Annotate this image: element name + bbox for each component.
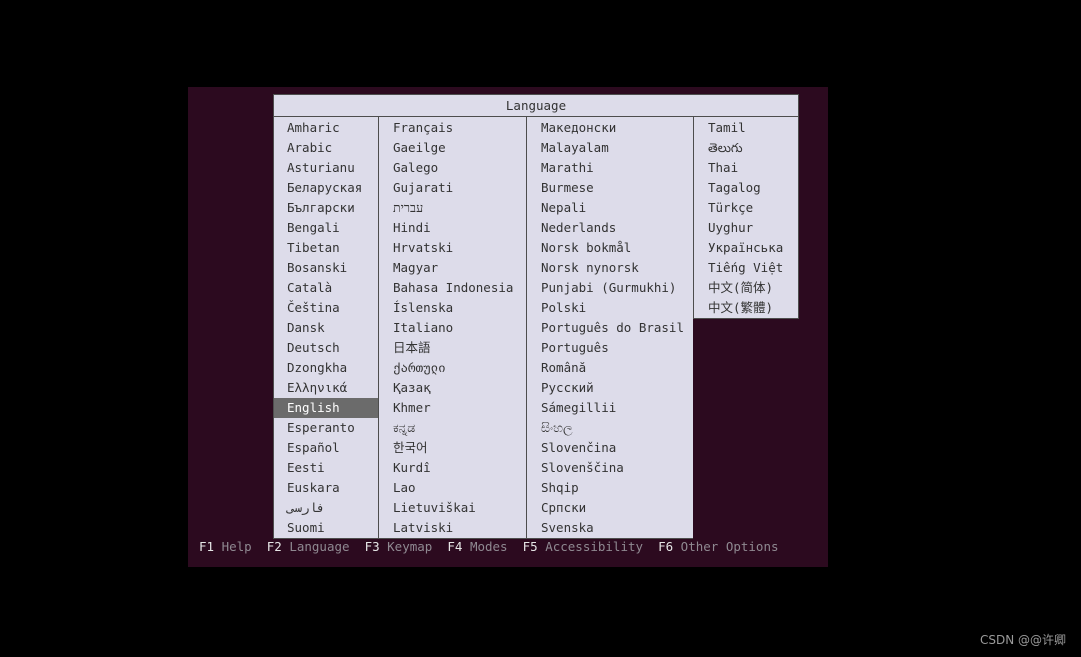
language-option[interactable]: Polski bbox=[527, 298, 693, 318]
language-option[interactable]: Ελληνικά bbox=[274, 378, 378, 398]
language-option[interactable]: Latviski bbox=[379, 518, 526, 538]
language-option[interactable]: Asturianu bbox=[274, 158, 378, 178]
accessibility-hotkey[interactable]: F5 Accessibility bbox=[523, 538, 643, 556]
language-option[interactable]: Беларуская bbox=[274, 178, 378, 198]
language-option[interactable]: Marathi bbox=[527, 158, 693, 178]
selected-language-option[interactable]: English bbox=[274, 398, 378, 418]
language-option[interactable]: Қазақ bbox=[379, 378, 526, 398]
language-option[interactable]: Türkçe bbox=[694, 198, 798, 218]
language-option[interactable]: Hrvatski bbox=[379, 238, 526, 258]
language-option[interactable]: Malayalam bbox=[527, 138, 693, 158]
language-option[interactable]: Arabic bbox=[274, 138, 378, 158]
language-option[interactable]: Română bbox=[527, 358, 693, 378]
language-option[interactable]: Македонски bbox=[527, 118, 693, 138]
language-option[interactable]: Gujarati bbox=[379, 178, 526, 198]
language-option[interactable]: Hindi bbox=[379, 218, 526, 238]
language-option[interactable]: Amharic bbox=[274, 118, 378, 138]
hotkey-key: F3 bbox=[364, 539, 380, 554]
language-dialog-title: Language bbox=[273, 94, 799, 117]
language-option[interactable]: ქართული bbox=[379, 358, 526, 378]
modes-hotkey[interactable]: F4 Modes bbox=[447, 538, 507, 556]
language-option[interactable]: Uyghur bbox=[694, 218, 798, 238]
language-option[interactable]: Français bbox=[379, 118, 526, 138]
language-option[interactable]: Dansk bbox=[274, 318, 378, 338]
hotkey-action: Keymap bbox=[387, 539, 433, 554]
help-hotkey[interactable]: F1 Help bbox=[199, 538, 252, 556]
language-option[interactable]: Punjabi (Gurmukhi) bbox=[527, 278, 693, 298]
language-option[interactable]: Norsk nynorsk bbox=[527, 258, 693, 278]
language-option[interactable]: Українська bbox=[694, 238, 798, 258]
language-option[interactable]: Magyar bbox=[379, 258, 526, 278]
language-option[interactable]: Dzongkha bbox=[274, 358, 378, 378]
language-option[interactable]: Tagalog bbox=[694, 178, 798, 198]
hotkey-key: F1 bbox=[199, 539, 215, 554]
language-option[interactable]: Lao bbox=[379, 478, 526, 498]
language-option[interactable]: Slovenščina bbox=[527, 458, 693, 478]
language-option[interactable]: 日本語 bbox=[379, 338, 526, 358]
other-options-hotkey[interactable]: F6 Other Options bbox=[658, 538, 778, 556]
language-option[interactable]: Kurdî bbox=[379, 458, 526, 478]
language-option[interactable]: Deutsch bbox=[274, 338, 378, 358]
language-option[interactable]: Gaeilge bbox=[379, 138, 526, 158]
language-option[interactable]: עברית bbox=[379, 198, 526, 218]
language-option[interactable]: ಕನ್ನಡ bbox=[379, 418, 526, 438]
language-option[interactable]: Nepali bbox=[527, 198, 693, 218]
language-option[interactable]: Русский bbox=[527, 378, 693, 398]
hotkey-key: F5 bbox=[522, 539, 538, 554]
language-option[interactable]: Lietuviškai bbox=[379, 498, 526, 518]
language-option[interactable]: Eesti bbox=[274, 458, 378, 478]
language-column-3: Македонски Malayalam Marathi Burmese Nep… bbox=[526, 117, 693, 539]
keymap-hotkey[interactable]: F3 Keymap bbox=[365, 538, 433, 556]
language-column-2: Français Gaeilge Galego Gujarati עברית H… bbox=[378, 117, 526, 539]
language-option[interactable]: Српски bbox=[527, 498, 693, 518]
language-column-4: Tamil తెలుగు Thai Tagalog Türkçe Uyghur … bbox=[693, 117, 799, 319]
language-option[interactable]: Italiano bbox=[379, 318, 526, 338]
language-option[interactable]: Tiếng Việt bbox=[694, 258, 798, 278]
language-option[interactable]: Nederlands bbox=[527, 218, 693, 238]
hotkey-key: F6 bbox=[658, 539, 674, 554]
language-option[interactable]: Esperanto bbox=[274, 418, 378, 438]
hotkey-key: F2 bbox=[266, 539, 282, 554]
language-option[interactable]: 한국어 bbox=[379, 438, 526, 458]
hotkey-key: F4 bbox=[447, 539, 463, 554]
language-option[interactable]: فارسی bbox=[274, 498, 378, 518]
hotkey-action: Modes bbox=[469, 539, 508, 554]
language-option[interactable]: Tibetan bbox=[274, 238, 378, 258]
language-option[interactable]: Bosanski bbox=[274, 258, 378, 278]
language-option[interactable]: Thai bbox=[694, 158, 798, 178]
language-option[interactable]: Slovenčina bbox=[527, 438, 693, 458]
language-hotkey[interactable]: F2 Language bbox=[267, 538, 350, 556]
language-option[interactable]: తెలుగు bbox=[694, 138, 798, 158]
language-option[interactable]: Português bbox=[527, 338, 693, 358]
language-option[interactable]: Português do Brasil bbox=[527, 318, 693, 338]
language-option[interactable]: Bahasa Indonesia bbox=[379, 278, 526, 298]
language-option[interactable]: Svenska bbox=[527, 518, 693, 538]
language-option[interactable]: Galego bbox=[379, 158, 526, 178]
hotkey-action: Help bbox=[221, 539, 252, 554]
language-option[interactable]: Български bbox=[274, 198, 378, 218]
language-option[interactable]: Khmer bbox=[379, 398, 526, 418]
language-option[interactable]: Català bbox=[274, 278, 378, 298]
function-key-bar: F1 Help F2 Language F3 Keymap F4 Modes F5 Acc… bbox=[199, 538, 779, 556]
language-option[interactable]: Shqip bbox=[527, 478, 693, 498]
language-option[interactable]: Español bbox=[274, 438, 378, 458]
hotkey-action: Other Options bbox=[680, 539, 779, 554]
language-column-1: Amharic Arabic Asturianu Беларуская Бълг… bbox=[273, 117, 378, 539]
language-option[interactable]: 中文(繁體) bbox=[694, 298, 798, 318]
language-option[interactable]: Čeština bbox=[274, 298, 378, 318]
language-option[interactable]: Norsk bokmål bbox=[527, 238, 693, 258]
language-option[interactable]: Bengali bbox=[274, 218, 378, 238]
language-option[interactable]: 中文(简体) bbox=[694, 278, 798, 298]
language-option[interactable]: Suomi bbox=[274, 518, 378, 538]
hotkey-action: Accessibility bbox=[545, 539, 644, 554]
language-option[interactable]: Euskara bbox=[274, 478, 378, 498]
language-option[interactable]: සිංහල bbox=[527, 418, 693, 438]
language-option[interactable]: Burmese bbox=[527, 178, 693, 198]
watermark-text: CSDN @@许卿 bbox=[979, 633, 1066, 647]
hotkey-action: Language bbox=[289, 539, 350, 554]
language-option[interactable]: Sámegillii bbox=[527, 398, 693, 418]
language-option[interactable]: Íslenska bbox=[379, 298, 526, 318]
language-option[interactable]: Tamil bbox=[694, 118, 798, 138]
